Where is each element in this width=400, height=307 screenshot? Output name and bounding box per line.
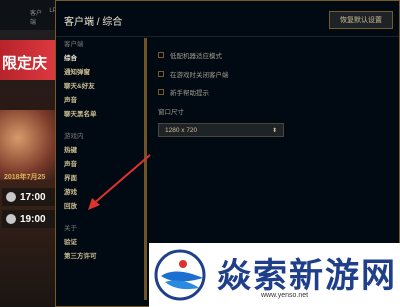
sidebar-section-header: 关于 — [64, 225, 77, 232]
sidebar-item[interactable]: 声音 — [56, 158, 144, 172]
sidebar-item[interactable]: 聊天黑名单 — [56, 108, 144, 122]
checkbox[interactable] — [158, 52, 164, 58]
sidebar-item[interactable]: 验证 — [56, 236, 144, 250]
checkbox[interactable] — [158, 71, 164, 77]
sidebar-scroll-thumb[interactable] — [144, 38, 147, 300]
sidebar-item[interactable]: 回放 — [56, 200, 144, 214]
page-title: 客户端 / 综合 — [64, 17, 123, 28]
background-art — [0, 110, 60, 180]
sidebar-item[interactable]: 通知弹窗 — [56, 66, 144, 80]
checkbox-row[interactable]: 新手帮助提示 — [158, 87, 209, 97]
background-nav: 客户端 LPL — [0, 8, 60, 26]
sidebar-item[interactable]: 游戏 — [56, 186, 144, 200]
team-logo-icon — [6, 214, 16, 224]
checkbox-row[interactable]: 低配机器适应模式 — [158, 50, 222, 60]
background-date: 2018年7月25 — [4, 174, 46, 181]
background-match: 19:00 — [2, 210, 60, 228]
checkbox-row[interactable]: 在游戏时关闭客户端 — [158, 69, 229, 79]
sidebar-item[interactable]: 界面 — [56, 172, 144, 186]
sidebar-item[interactable]: 聊天&好友 — [56, 80, 144, 94]
sidebar-item[interactable]: 综合 — [56, 52, 144, 66]
window-size-label: 窗口尺寸 — [158, 109, 184, 116]
background-banner-text: 限定庆 — [2, 55, 48, 72]
team-logo-icon — [6, 192, 16, 202]
modal-header: 客户端 / 综合 恢复默认设置 — [56, 1, 399, 37]
checkbox-label: 低配机器适应模式 — [170, 53, 222, 60]
restore-defaults-button[interactable]: 恢复默认设置 — [329, 11, 393, 29]
sidebar-item[interactable]: 第三方许可 — [56, 250, 144, 264]
watermark-name: 焱索新游网 — [217, 256, 397, 296]
watermark-url: www.yenso.net — [261, 292, 309, 299]
checkbox[interactable] — [158, 89, 164, 95]
background-nav-item: 客户端 — [30, 11, 43, 26]
watermark-logo-icon — [154, 249, 206, 301]
sidebar-item[interactable]: 声音 — [56, 94, 144, 108]
watermark: 焱索新游网 www.yenso.net — [149, 243, 400, 307]
sidebar-item[interactable]: 热键 — [56, 144, 144, 158]
background-match: 17:00 — [2, 188, 60, 206]
window-size-value: 1280 x 720 — [165, 126, 198, 134]
match-time: 19:00 — [20, 213, 46, 225]
chevron-updown-icon: ⬍ — [271, 127, 277, 134]
window-size-select[interactable]: 1280 x 720 ⬍ — [158, 123, 284, 137]
checkbox-label: 在游戏时关闭客户端 — [170, 72, 229, 79]
checkbox-label: 新手帮助提示 — [170, 90, 209, 97]
sidebar-section-header: 游戏内 — [64, 133, 84, 140]
match-time: 17:00 — [20, 191, 46, 203]
sidebar-section-header: 客户端 — [64, 41, 84, 48]
settings-sidebar: 客户端 综合 通知弹窗 聊天&好友 声音 聊天黑名单 游戏内 热键 声音 界面 游戏 回放 关于 验证 第三… — [56, 38, 144, 306]
